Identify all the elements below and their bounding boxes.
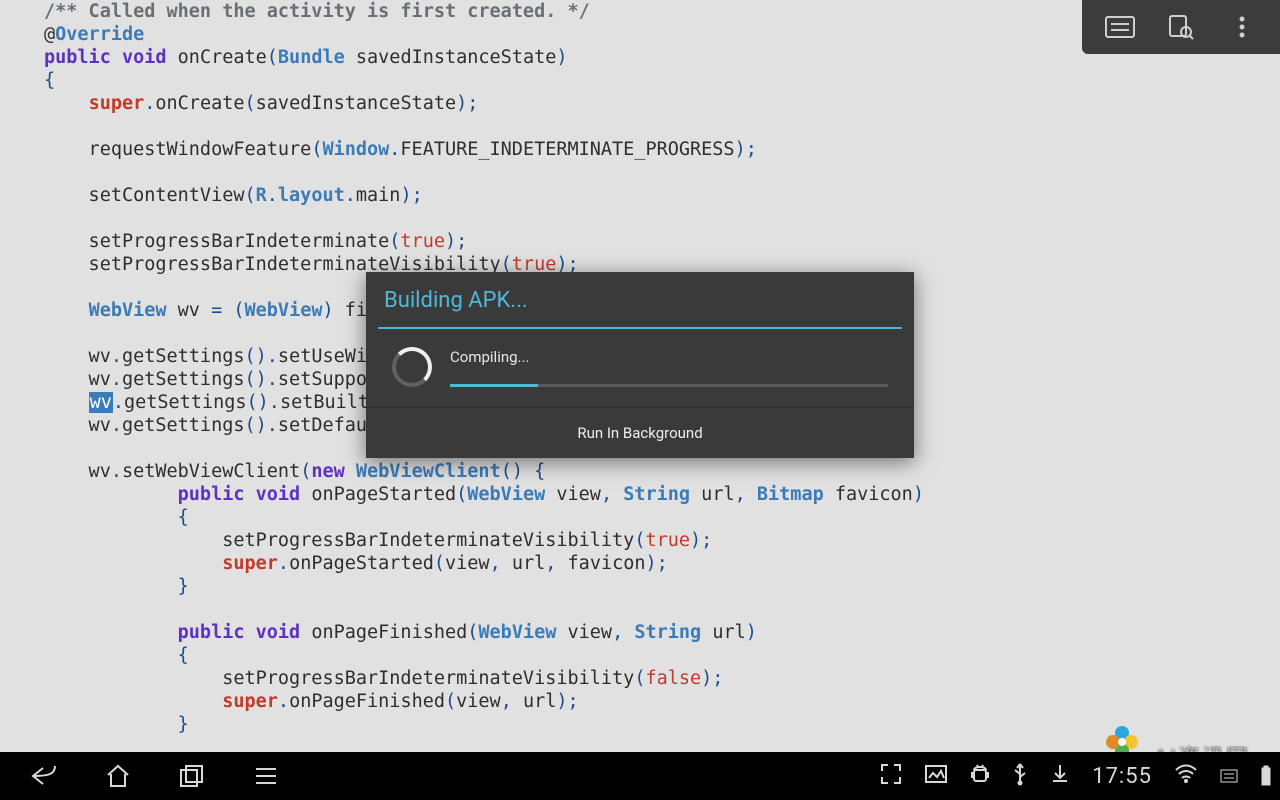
build-dialog: Building APK... Compiling... Run In Back… — [366, 272, 914, 458]
usb-icon[interactable] — [1012, 762, 1028, 790]
preview-icon[interactable] — [1161, 7, 1201, 47]
download-icon[interactable] — [1050, 763, 1070, 789]
fullscreen-icon[interactable] — [880, 763, 902, 789]
menu-button[interactable] — [246, 756, 286, 796]
status-clock: 17:55 — [1092, 764, 1152, 789]
system-navbar: 17:55 — [0, 752, 1280, 800]
wifi-icon — [1174, 764, 1198, 788]
dialog-title: Building APK... — [366, 272, 914, 327]
screenshot-icon[interactable] — [924, 764, 948, 788]
battery-icon — [1260, 765, 1272, 787]
keyboard-status-icon — [1220, 769, 1238, 783]
back-button[interactable] — [24, 756, 64, 796]
overflow-icon[interactable] — [1222, 7, 1262, 47]
dialog-status: Compiling... — [450, 348, 888, 366]
progress-bar — [450, 384, 888, 387]
home-button[interactable] — [98, 756, 138, 796]
progress-bar-fill — [450, 384, 538, 387]
recents-button[interactable] — [172, 756, 212, 796]
android-icon[interactable] — [970, 763, 990, 789]
editor-toolbar — [1082, 0, 1280, 54]
keyboard-icon[interactable] — [1100, 7, 1140, 47]
run-in-background-button[interactable]: Run In Background — [366, 407, 914, 458]
spinner-icon — [392, 347, 432, 387]
